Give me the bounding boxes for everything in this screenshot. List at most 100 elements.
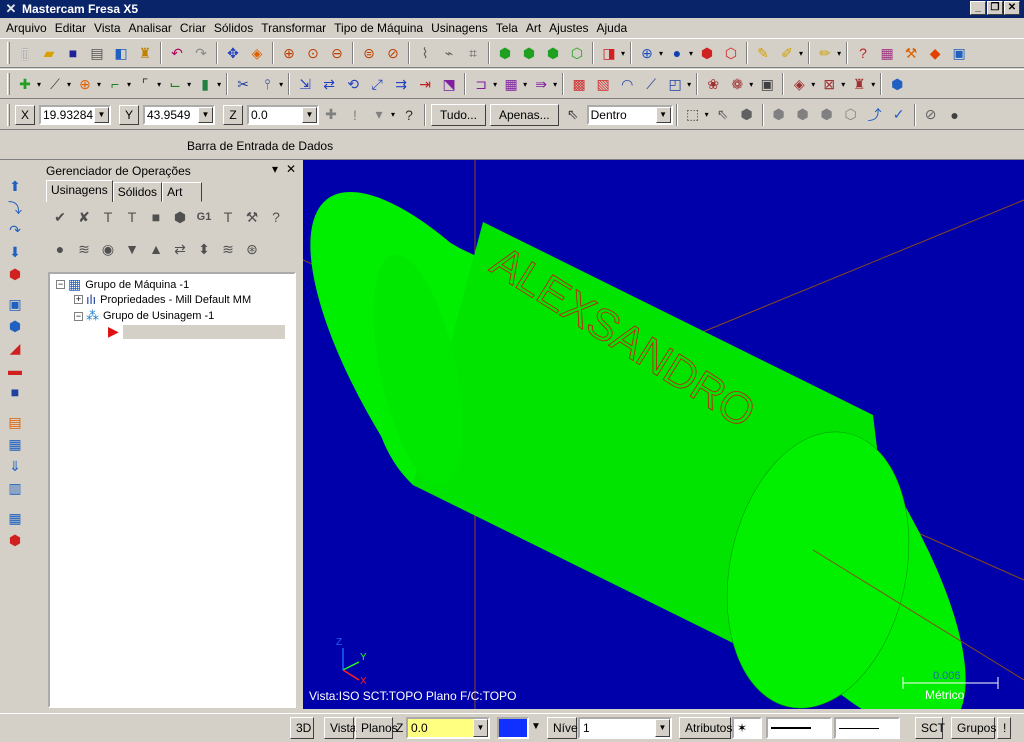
surface-blend-icon[interactable]: ❁ — [726, 73, 748, 95]
spline-icon[interactable]: ⌙ — [164, 73, 186, 95]
line-width-select[interactable] — [834, 717, 900, 739]
highfeed-icon[interactable]: T — [217, 206, 239, 228]
select-body-icon[interactable]: ⬢ — [792, 104, 814, 126]
fillet-icon[interactable]: ⌐ — [104, 73, 126, 95]
surface-icon[interactable]: ❀ — [702, 73, 724, 95]
scroll-icon[interactable]: ⬍ — [193, 238, 215, 260]
measure-icon[interactable]: ✎ — [752, 42, 774, 64]
toggle-tool-icon[interactable]: ⊛ — [241, 238, 263, 260]
print-preview-icon[interactable]: ◧ — [110, 42, 132, 64]
menu-ajuda[interactable]: Ajuda — [593, 21, 632, 35]
insert-arrow-icon[interactable]: ⇄ — [169, 238, 191, 260]
stack-icon[interactable]: ▤ — [5, 412, 25, 432]
select-all-ops-icon[interactable]: ✔ — [49, 206, 71, 228]
graphics-viewport[interactable]: ALEXSANDRO Z Y X Vista:ISO SCT:TOPO Plan… — [303, 160, 1024, 709]
clear-selection-icon[interactable]: ⊘ — [920, 104, 942, 126]
verify-ops-icon[interactable]: ⬢ — [169, 206, 191, 228]
line-icon[interactable]: ⟋ — [44, 73, 66, 95]
help-arrow-icon[interactable]: ? — [852, 42, 874, 64]
solids-icon[interactable]: ⬢ — [5, 264, 25, 284]
save-icon[interactable]: ■ — [62, 42, 84, 64]
menu-solidos[interactable]: Sólidos — [210, 21, 257, 35]
expand-icon[interactable]: + — [74, 295, 83, 304]
solid-sweep-icon[interactable]: ⟋ — [640, 73, 662, 95]
cylinder-solid[interactable] — [310, 191, 966, 709]
wireframe-icon[interactable]: ▣ — [756, 73, 778, 95]
collapse-icon[interactable]: − — [74, 311, 83, 321]
tool-icon[interactable]: ♜ — [848, 73, 870, 95]
z-coord-field[interactable]: 0.0 ▼ — [247, 104, 319, 125]
wrench-icon[interactable]: ⚒ — [241, 206, 263, 228]
minimize-button[interactable]: _ — [970, 1, 986, 15]
wire-cube-icon[interactable]: ⬡ — [720, 42, 742, 64]
color-swatch[interactable] — [497, 717, 529, 739]
pencil-icon[interactable]: ✏ — [814, 42, 836, 64]
arc-icon[interactable]: ↷ — [5, 220, 25, 240]
layout-grid-icon[interactable]: ▦ — [5, 508, 25, 528]
zoom-prev-icon[interactable]: ⊘ — [382, 42, 404, 64]
mask-mode-select[interactable]: Dentro ▼ — [586, 104, 673, 125]
zoom-target-icon[interactable]: ⊙ — [302, 42, 324, 64]
xform-scale-icon[interactable]: ⤢ — [366, 73, 388, 95]
rectangle-icon[interactable]: ⌜ — [134, 73, 156, 95]
solid-fillet-icon[interactable]: ◰ — [664, 73, 686, 95]
report-icon[interactable]: ▥ — [5, 478, 25, 498]
move-down-icon[interactable]: ▼ — [121, 238, 143, 260]
tree-node-toolpath-group[interactable]: − ⁂ Grupo de Usinagem -1 — [74, 308, 214, 324]
tab-usinagens[interactable]: Usinagens — [46, 180, 113, 202]
grid-icon[interactable]: ▦ — [876, 42, 898, 64]
toolbar-grip[interactable] — [7, 73, 10, 95]
toolbar-grip[interactable] — [7, 42, 10, 64]
menu-tela[interactable]: Tela — [492, 21, 522, 35]
fast-point-icon[interactable]: ✚ — [320, 104, 342, 126]
regen-dirty-icon[interactable]: T — [121, 206, 143, 228]
nivel-button[interactable]: Nível — [547, 717, 580, 739]
select-face-icon[interactable]: ⬢ — [768, 104, 790, 126]
menu-criar[interactable]: Criar — [176, 21, 210, 35]
chain-icon[interactable]: ⇛ — [530, 73, 552, 95]
lock-icon[interactable]: ● — [49, 238, 71, 260]
tree-node-machine-group[interactable]: − ▦ Grupo de Máquina -1 — [56, 276, 189, 293]
globe-icon[interactable]: ⊕ — [636, 42, 658, 64]
select-edge-icon[interactable]: ⬢ — [816, 104, 838, 126]
xform-rotate-icon[interactable]: ⟲ — [342, 73, 364, 95]
menu-usinagens[interactable]: Usinagens — [427, 21, 492, 35]
z-depth-field[interactable]: 0.0 ▼ — [406, 717, 490, 739]
xform-offset-icon[interactable]: ⇉ — [390, 73, 412, 95]
x-coord-button[interactable]: X — [15, 104, 35, 125]
operations-up-icon[interactable]: ⬆ — [5, 176, 25, 196]
app-icon[interactable]: ◆ — [924, 42, 946, 64]
cylinder-icon[interactable]: ▮ — [194, 73, 216, 95]
backplot-ops-icon[interactable]: ■ — [145, 206, 167, 228]
help-status-button[interactable]: ! — [997, 717, 1011, 739]
down-arrow-icon[interactable]: ⬇ — [5, 242, 25, 262]
post-g1-icon[interactable]: G1 — [193, 206, 215, 228]
post-toggle-icon[interactable]: ◉ — [97, 238, 119, 260]
shaded-cube-icon[interactable]: ⬢ — [696, 42, 718, 64]
window-select-icon[interactable]: ⬚ — [682, 104, 704, 126]
zoom-out-icon[interactable]: ⊖ — [326, 42, 348, 64]
help-icon[interactable]: ? — [398, 104, 420, 126]
toolpath-icon[interactable]: ⤵ — [5, 198, 25, 218]
line-style-select[interactable] — [766, 717, 832, 739]
z-coord-button[interactable]: Z — [223, 104, 243, 125]
tab-solidos[interactable]: Sólidos — [112, 182, 163, 202]
xform-translate-icon[interactable]: ⇲ — [294, 73, 316, 95]
select-verify-icon[interactable]: ✓ — [888, 104, 910, 126]
dimension-icon[interactable]: ⊐ — [470, 73, 492, 95]
mesh-icon[interactable]: ◈ — [788, 73, 810, 95]
verify-icon[interactable]: ⌁ — [438, 42, 460, 64]
restore-button[interactable]: ❐ — [987, 1, 1003, 15]
select-solid-icon[interactable]: ⬢ — [736, 104, 758, 126]
unzoom-icon[interactable]: ⊜ — [358, 42, 380, 64]
color-dropdown-icon[interactable]: ▼ — [531, 721, 541, 732]
open-file-icon[interactable]: ▰ — [38, 42, 60, 64]
nivel-field[interactable]: 1 ▼ — [578, 717, 672, 739]
shaded-sphere-icon[interactable]: ● — [666, 42, 688, 64]
settings-icon[interactable]: ▣ — [948, 42, 970, 64]
move-up-icon[interactable]: ▲ — [145, 238, 167, 260]
selection-pointer-icon[interactable]: ⇖ — [562, 104, 584, 126]
menu-analisar[interactable]: Analisar — [125, 21, 176, 35]
zoom-window-icon[interactable]: ⊕ — [278, 42, 300, 64]
collapse-icon[interactable]: − — [56, 280, 65, 289]
